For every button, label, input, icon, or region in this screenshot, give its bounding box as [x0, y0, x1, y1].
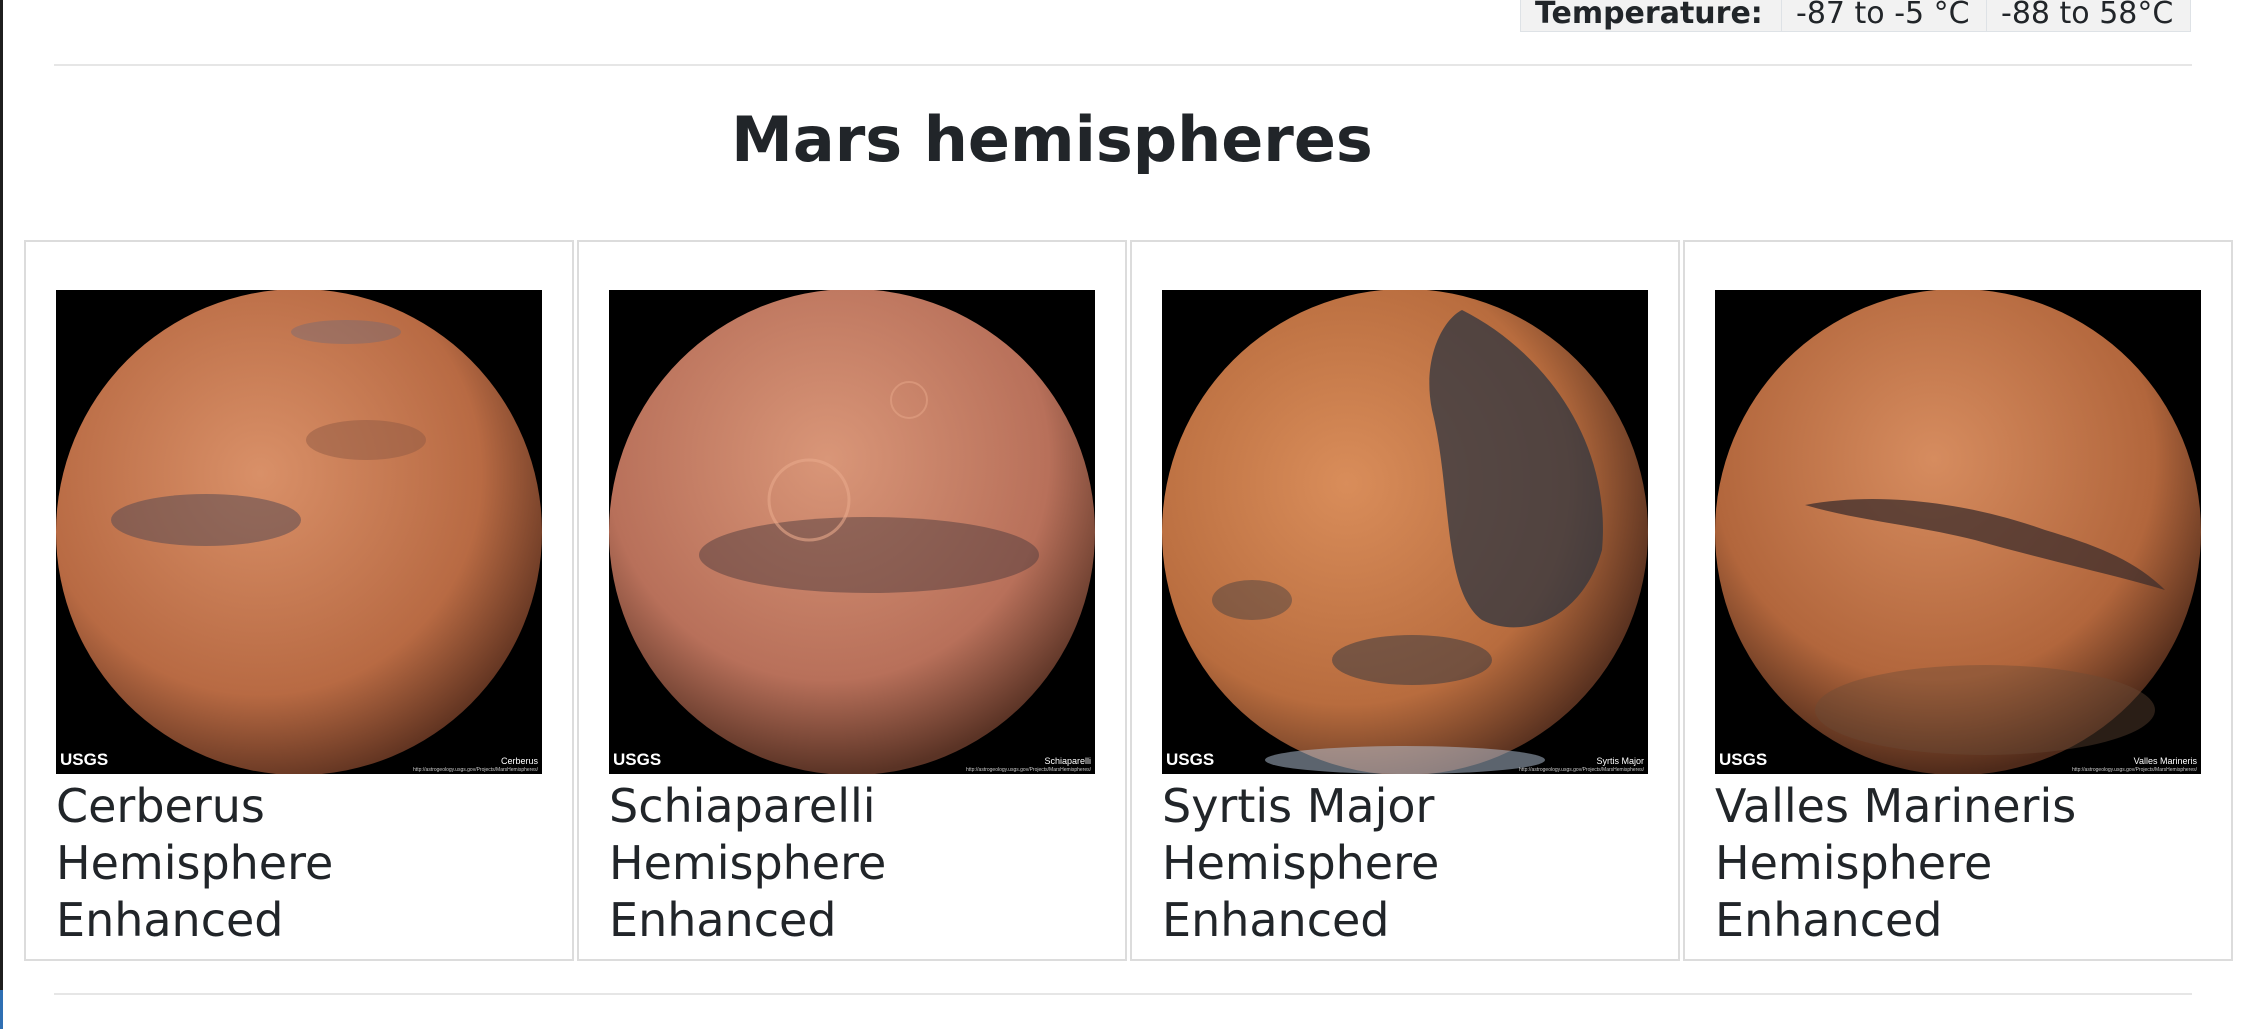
table-row: Temperature: -87 to -5 °C -88 to 58°C [1520, 0, 2191, 32]
image-caption: Schiaparelli [1044, 756, 1091, 766]
image-url: http://astrogeology.usgs.gov/Projects/Ma… [2072, 767, 2197, 773]
image-caption: Cerberus [500, 756, 538, 766]
planet-globe [1715, 290, 2201, 774]
section-title: Mars hemispheres [731, 103, 1373, 176]
usgs-logo: USGS [613, 750, 662, 769]
usgs-logo: USGS [1719, 750, 1768, 769]
usgs-logo: USGS [1166, 750, 1215, 769]
facts-cell-earth: -88 to 58°C [1986, 0, 2191, 32]
planet-globe [1162, 290, 1648, 774]
divider-bottom [54, 993, 2192, 995]
divider-top [54, 64, 2192, 66]
window-left-edge-accent [0, 990, 3, 1029]
planet-globe [56, 290, 542, 774]
hemisphere-image-valles-marineris[interactable]: USGS Valles Marineris http://astrogeolog… [1715, 290, 2201, 774]
image-caption: Syrtis Major [1596, 756, 1644, 766]
facts-row-label: Temperature: [1520, 0, 1782, 32]
hemisphere-card-syrtis-major: USGS Syrtis Major http://astrogeology.us… [1130, 240, 1680, 961]
hemisphere-image-schiaparelli[interactable]: USGS Schiaparelli http://astrogeology.us… [609, 290, 1095, 774]
hemisphere-card-schiaparelli: USGS Schiaparelli http://astrogeology.us… [577, 240, 1127, 961]
image-caption: Valles Marineris [2133, 756, 2197, 766]
hemisphere-title-schiaparelli: Schiaparelli Hemisphere Enhanced [609, 779, 887, 947]
image-url: http://astrogeology.usgs.gov/Projects/Ma… [1519, 767, 1644, 773]
image-url: http://astrogeology.usgs.gov/Projects/Ma… [966, 767, 1091, 773]
hemisphere-title-cerberus: Cerberus Hemisphere Enhanced [56, 779, 334, 947]
planet-globe [609, 290, 1095, 774]
hemisphere-cards: USGS Cerberus http://astrogeology.usgs.g… [24, 240, 2233, 961]
hemisphere-card-cerberus: USGS Cerberus http://astrogeology.usgs.g… [24, 240, 574, 961]
hemisphere-image-cerberus[interactable]: USGS Cerberus http://astrogeology.usgs.g… [56, 290, 542, 774]
hemisphere-title-syrtis-major: Syrtis Major Hemisphere Enhanced [1162, 779, 1440, 947]
mars-facts-table-partial: Temperature: -87 to -5 °C -88 to 58°C [1520, 0, 2191, 32]
hemisphere-title-valles-marineris: Valles Marineris Hemisphere Enhanced [1715, 779, 2077, 947]
hemisphere-image-syrtis-major[interactable]: USGS Syrtis Major http://astrogeology.us… [1162, 290, 1648, 774]
usgs-logo: USGS [60, 750, 109, 769]
facts-cell-mars: -87 to -5 °C [1781, 0, 1987, 32]
hemisphere-card-valles-marineris: USGS Valles Marineris http://astrogeolog… [1683, 240, 2233, 961]
image-url: http://astrogeology.usgs.gov/Projects/Ma… [413, 767, 538, 773]
